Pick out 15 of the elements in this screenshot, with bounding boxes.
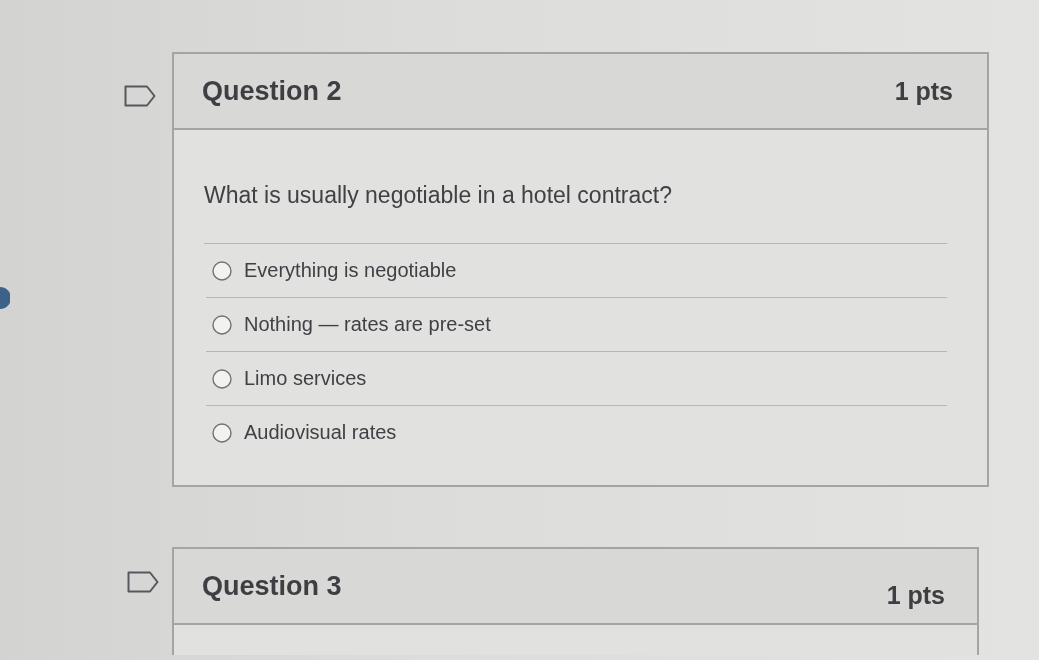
radio-button[interactable] xyxy=(212,422,232,443)
answer-option-text: Everything is negotiable xyxy=(244,259,457,282)
radio-button[interactable] xyxy=(212,368,232,389)
tag-icon[interactable] xyxy=(124,85,156,107)
points-label: 1 pts xyxy=(894,76,953,106)
radio-button[interactable] xyxy=(212,314,232,335)
question-text: What is usually negotiable in a hotel contract? xyxy=(204,182,672,208)
radio-button[interactable] xyxy=(212,260,232,281)
question-title: Question 2 xyxy=(202,75,342,107)
tag-icon[interactable] xyxy=(127,571,159,593)
answer-option-text: Limo services xyxy=(244,367,367,390)
points-label: 1 pts xyxy=(886,580,945,610)
answer-option-text: Nothing — rates are pre-set xyxy=(244,313,491,336)
question-title: Question 3 xyxy=(202,570,342,602)
answer-option-text: Audiovisual rates xyxy=(244,421,397,444)
